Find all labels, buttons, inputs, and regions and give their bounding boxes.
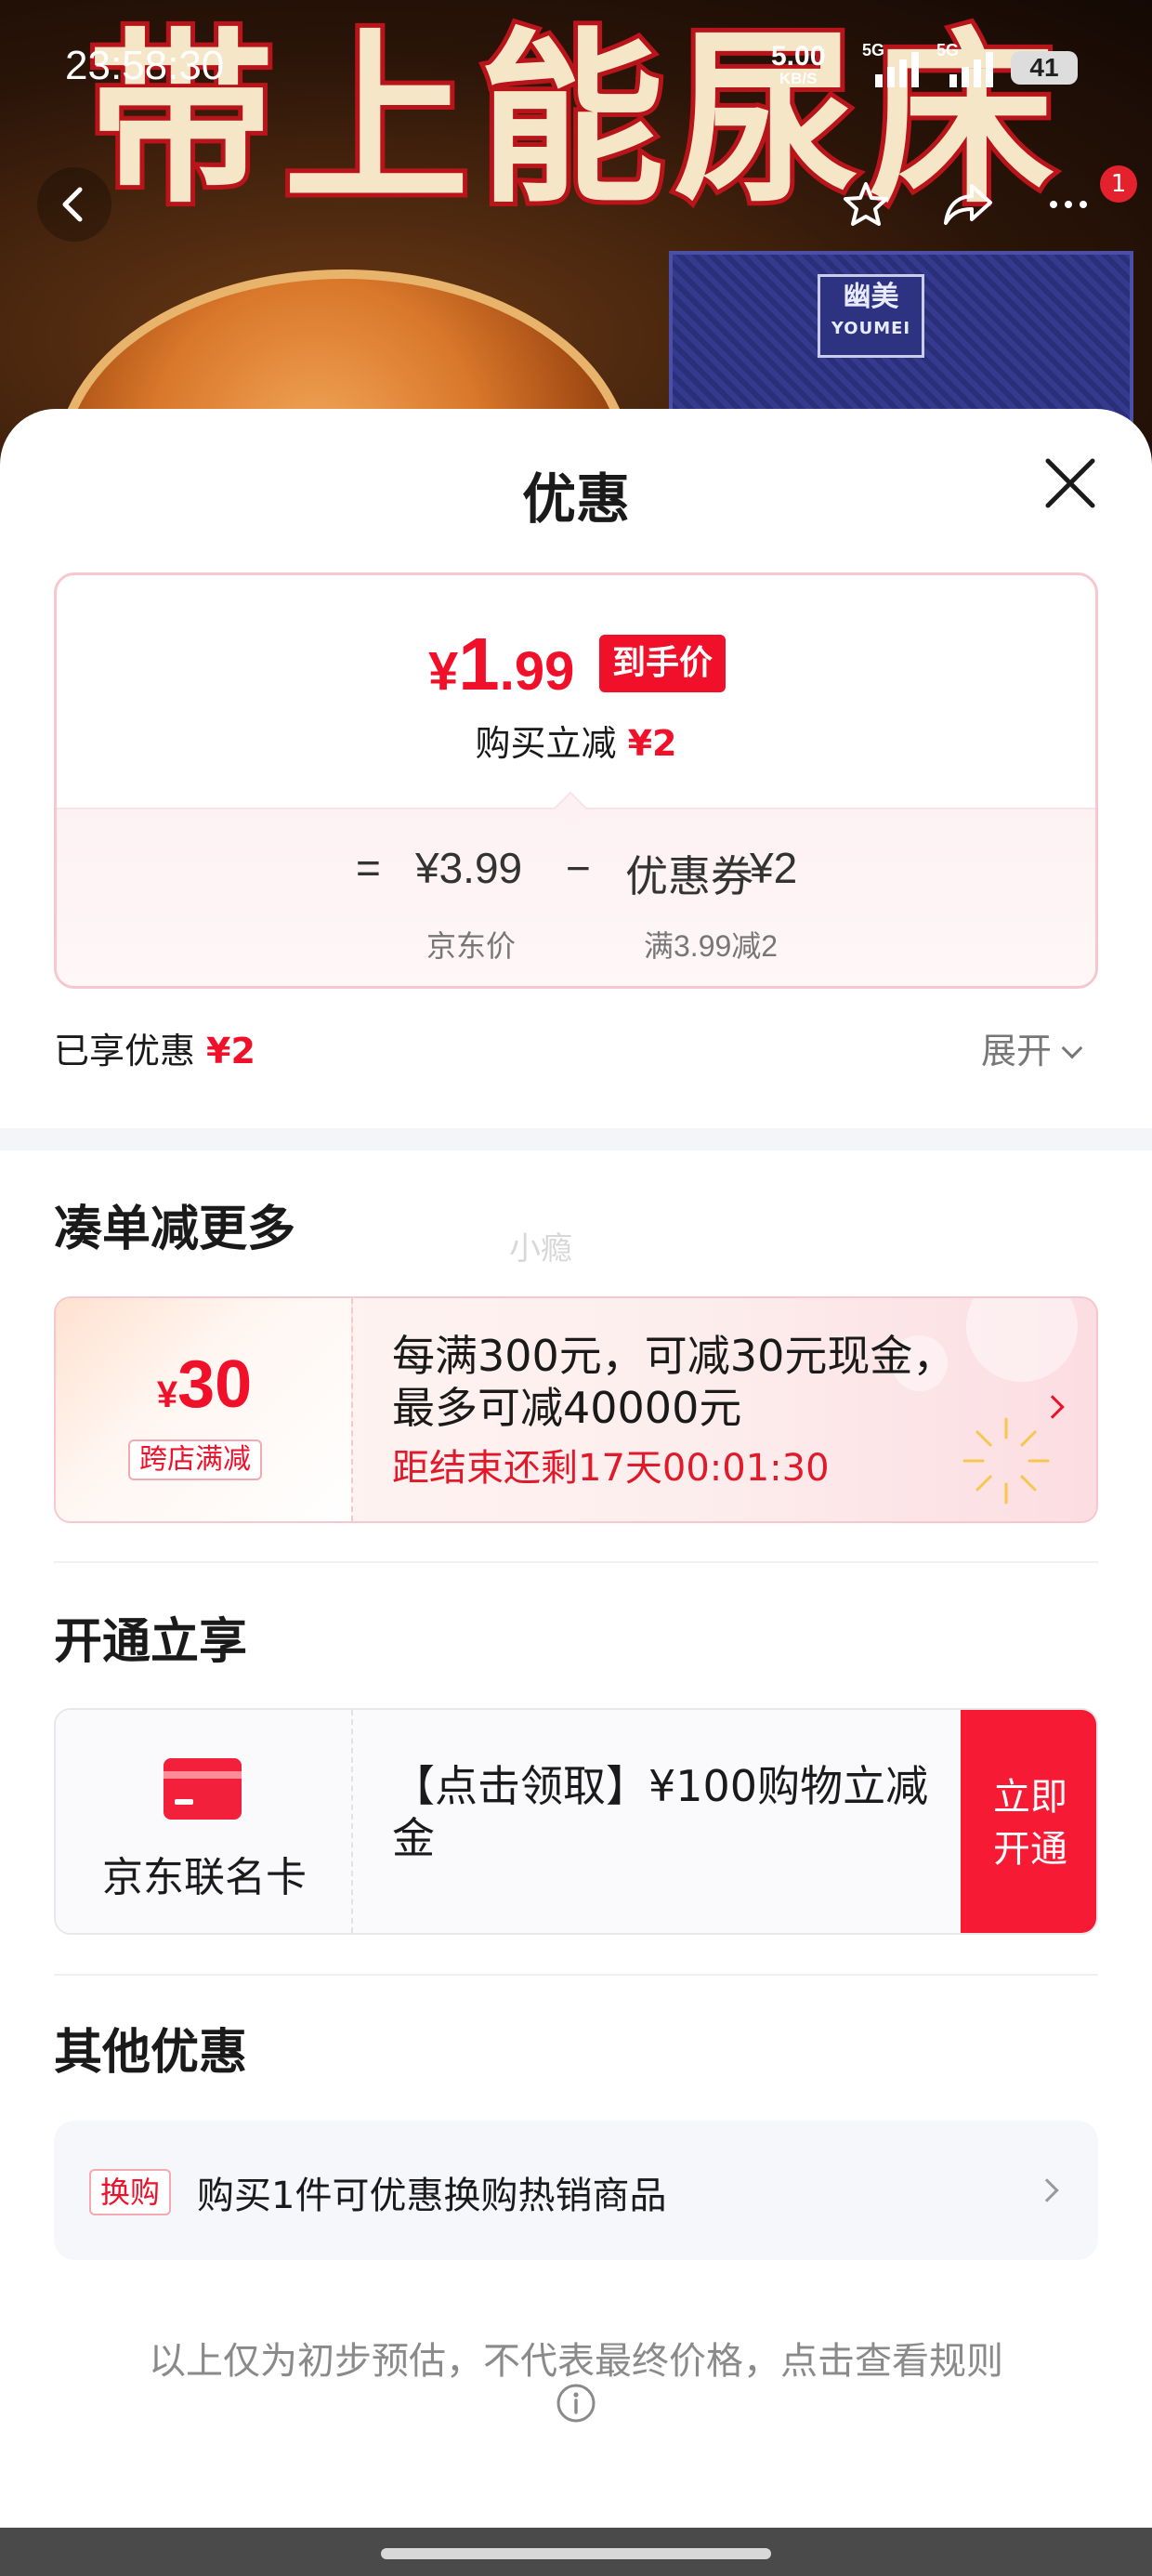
expand-label: 展开 <box>981 1031 1053 1071</box>
open-section-title: 开通立享 <box>54 1614 248 1670</box>
section-divider <box>0 1128 1152 1150</box>
network-speed-unit: KB/S <box>779 70 818 87</box>
coupon-amount-value: 30 <box>177 1347 253 1422</box>
close-icon <box>1045 458 1095 508</box>
back-button[interactable] <box>37 167 111 242</box>
status-time: 23:58:30 <box>65 43 225 88</box>
more-section-title: 凑单减更多 <box>54 1202 296 1257</box>
price-formula-area: = ¥3.99 京东价 − 优惠券 ¥2 满3.99减2 <box>57 808 1095 986</box>
battery-icon: 41 <box>1011 51 1078 85</box>
swap-tag: 换购 <box>89 2169 172 2215</box>
cross-store-coupon[interactable]: ¥30 跨店满减 每满300元，可减30元现金， 最多可减40000元 距结束还… <box>54 1296 1098 1523</box>
jd-price-label: 京东价 <box>426 929 517 963</box>
co-brand-card-offer[interactable]: 京东联名卡 【点击领取】¥100购物立减金 立即开通 <box>54 1708 1098 1935</box>
formula-minus: − <box>566 844 591 892</box>
final-price-integer: 1 <box>458 623 500 705</box>
brand-logo-text: 幽美 <box>843 281 899 313</box>
signal-icon: 5G <box>862 41 927 87</box>
coupon-amount-symbol: ¥ <box>156 1374 178 1415</box>
back-arrow-icon <box>62 187 83 222</box>
chevron-down-icon <box>1061 1037 1083 1059</box>
coupon-amount: ¥30 <box>56 1347 353 1423</box>
star-icon[interactable] <box>840 178 892 230</box>
network-speed-value: 5.00 <box>771 41 826 72</box>
enjoyed-label: 已享优惠 <box>54 1031 196 1071</box>
coupon-label: 优惠券 <box>625 852 753 900</box>
final-price-decimal: .99 <box>499 641 575 702</box>
close-button[interactable] <box>1041 453 1100 513</box>
buy-reduce-line: 购买立减 ¥2 <box>57 715 1095 766</box>
other-section-title: 其他优惠 <box>54 2025 248 2081</box>
card-name: 京东联名卡 <box>102 1854 307 1901</box>
coupon-value: ¥2 <box>750 844 798 892</box>
home-indicator[interactable] <box>381 2548 771 2559</box>
buy-reduce-label: 购买立减 <box>475 723 617 764</box>
credit-card-icon <box>164 1758 242 1820</box>
coupon-type-tag: 跨店满减 <box>128 1439 262 1480</box>
rules-disclaimer[interactable]: 以上仅为初步预估，不代表最终价格，点击查看规则 <box>0 2331 1152 2385</box>
coupon-description: 每满300元，可减30元现金， 最多可减40000元 <box>392 1330 1005 1434</box>
final-price-area: ¥1.99 到手价 购买立减 ¥2 <box>57 575 1095 808</box>
price-breakdown-card: ¥1.99 到手价 购买立减 ¥2 = ¥3.99 京东价 − 优惠券 ¥2 满3… <box>54 572 1098 989</box>
card-info-block: 京东联名卡 <box>56 1710 353 1933</box>
more-icon[interactable] <box>1041 178 1096 230</box>
enjoyed-discount: 已享优惠 ¥2 <box>54 1022 255 1073</box>
divider-line <box>54 1561 1098 1563</box>
final-price: ¥1.99 <box>428 622 574 707</box>
open-now-label: 立即开通 <box>993 1776 1067 1871</box>
chevron-right-icon <box>1035 2178 1059 2202</box>
swap-purchase-offer[interactable]: 换购 购买1件可优惠换购热销商品 <box>54 2121 1098 2260</box>
coupon-desc-line1: 每满300元，可减30元现金， <box>392 1331 956 1381</box>
coupon-countdown: 距结束还剩17天00:01:30 <box>392 1447 830 1490</box>
final-price-tag: 到手价 <box>599 635 727 692</box>
expand-button[interactable]: 展开 <box>981 1022 1083 1073</box>
final-price-symbol: ¥ <box>428 641 459 702</box>
enjoyed-value: ¥2 <box>206 1031 255 1071</box>
coupon-desc-line2: 最多可减40000元 <box>392 1383 742 1433</box>
discount-sheet: 优惠 ¥1.99 到手价 购买立减 ¥2 = ¥3.99 京东价 − 优惠券 ¥2 <box>0 409 1152 2528</box>
info-icon[interactable] <box>556 2383 596 2424</box>
signal-icon-2: 5G <box>936 41 1001 87</box>
card-offer-text: 【点击领取】¥100购物立减金 <box>392 1761 929 1863</box>
price-formula: = ¥3.99 京东价 − 优惠券 ¥2 满3.99减2 <box>57 843 1095 963</box>
watermark: 小瘾 <box>509 1230 572 1268</box>
swap-offer-text: 购买1件可优惠换购热销商品 <box>197 2175 667 2217</box>
share-icon[interactable] <box>940 178 996 230</box>
network-speed: 5.00 KB/S <box>771 43 825 87</box>
system-nav-area <box>0 2528 1152 2576</box>
divider-line <box>54 1974 1098 1976</box>
open-now-button[interactable]: 立即开通 <box>961 1710 1096 1933</box>
coupon-amount-block: ¥30 跨店满减 <box>56 1298 353 1521</box>
buy-reduce-value: ¥2 <box>627 723 677 764</box>
jd-price-value: ¥3.99 <box>415 844 523 892</box>
status-bar: 23:58:30 5.00 KB/S 5G 5G 41 <box>0 0 1152 139</box>
notification-badge: 1 <box>1100 165 1137 203</box>
coupon-condition: 满3.99减2 <box>644 929 779 963</box>
brand-logo: 幽美 YOUMEI <box>818 274 924 358</box>
sheet-title: 优惠 <box>521 467 630 531</box>
brand-logo-latin: YOUMEI <box>831 319 911 338</box>
product-nav-actions <box>827 167 1124 242</box>
formula-equals: = <box>356 844 381 892</box>
